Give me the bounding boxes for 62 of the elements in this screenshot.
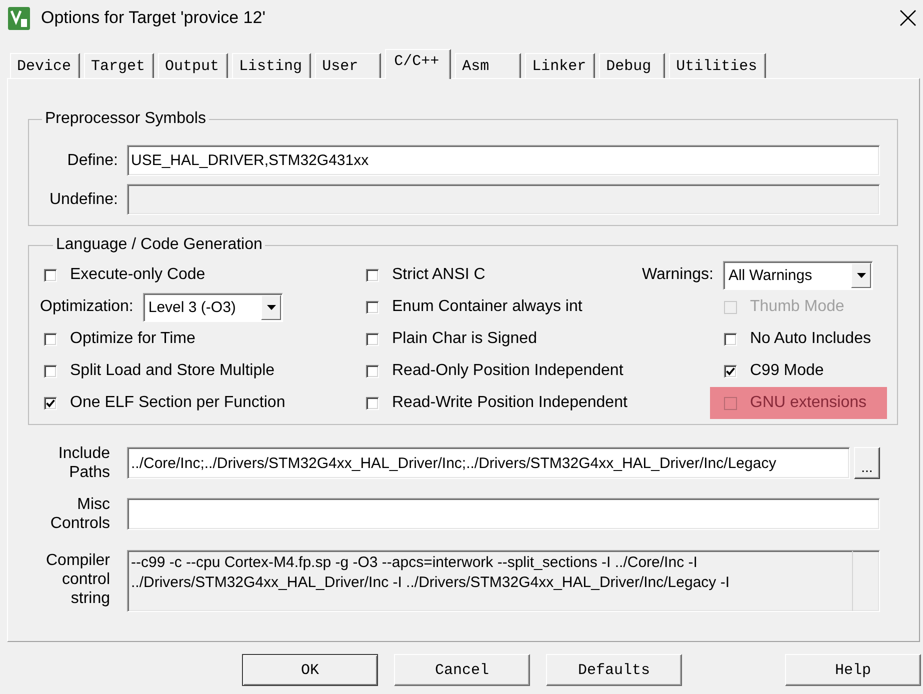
- group-title: Preprocessor Symbols: [44, 109, 207, 129]
- checkbox-square[interactable]: [44, 268, 57, 282]
- tab[interactable]: Asm: [455, 53, 522, 78]
- field-label: Define:: [66, 152, 118, 170]
- tab[interactable]: Utilities: [669, 53, 766, 78]
- dialog-button[interactable]: Defaults: [546, 654, 682, 686]
- dropdown-button[interactable]: [851, 262, 872, 288]
- caret-icon: [266, 304, 276, 310]
- tab[interactable]: Device: [10, 53, 80, 78]
- dialog-button[interactable]: Cancel: [394, 654, 530, 686]
- field-label: Undefine:: [48, 190, 118, 208]
- dropdown[interactable]: All Warnings: [723, 260, 874, 290]
- tab[interactable]: Output: [158, 53, 228, 78]
- text-field[interactable]: USE_HAL_DRIVER,STM32G431xx: [127, 145, 880, 176]
- close-button[interactable]: [900, 10, 916, 26]
- tab[interactable]: Listing: [232, 53, 312, 78]
- checkbox[interactable]: Optimize for Time: [44, 329, 196, 349]
- checkbox[interactable]: Execute-only Code: [44, 265, 206, 285]
- checkbox[interactable]: C99 Mode: [724, 361, 824, 381]
- checkbox[interactable]: One ELF Section per Function: [44, 393, 286, 413]
- tab[interactable]: User: [315, 53, 382, 78]
- dropdown[interactable]: Level 3 (-O3): [143, 292, 284, 322]
- dialog-button[interactable]: Help: [785, 654, 921, 686]
- dialog-button[interactable]: OK: [242, 654, 378, 686]
- tab[interactable]: Debug: [599, 53, 666, 78]
- field-label: Warnings:: [642, 266, 714, 284]
- checkbox[interactable]: Strict ANSI C: [366, 265, 486, 285]
- close-icon: [900, 10, 916, 26]
- checkbox-square[interactable]: [724, 396, 737, 410]
- checkbox[interactable]: Read-Write Position Independent: [366, 393, 628, 413]
- tab[interactable]: C/C++: [385, 49, 452, 79]
- window-title: Options for Target 'provice 12': [41, 8, 266, 28]
- checkbox[interactable]: Read-Only Position Independent: [366, 361, 624, 381]
- checkbox-square[interactable]: [44, 332, 57, 346]
- text-field[interactable]: [127, 498, 880, 530]
- group-title: Language / Code Generation: [55, 235, 264, 255]
- app-icon: [8, 6, 30, 30]
- check-icon: [726, 366, 735, 376]
- checkbox-square[interactable]: [366, 396, 379, 410]
- checkbox-square[interactable]: [724, 364, 737, 378]
- text-field[interactable]: ../Core/Inc;../Drivers/STM32G4xx_HAL_Driver/Inc;../Drivers/STM32G4xx_HAL_Driver/Inc/Legacy: [127, 447, 850, 479]
- tab[interactable]: Linker: [525, 53, 596, 78]
- checkbox[interactable]: No Auto Includes: [724, 329, 871, 349]
- checkbox-square[interactable]: [44, 364, 57, 378]
- checkbox[interactable]: Split Load and Store Multiple: [44, 361, 275, 381]
- checkbox-square[interactable]: [366, 300, 379, 314]
- caret-icon: [856, 272, 866, 278]
- checkbox-square[interactable]: [366, 364, 379, 378]
- field-label: Compiler control string: [44, 550, 110, 608]
- check-icon: [46, 398, 55, 408]
- checkbox-square[interactable]: [44, 396, 57, 410]
- checkbox[interactable]: Plain Char is Signed: [366, 329, 537, 349]
- field-label: Optimization:: [40, 298, 134, 316]
- checkbox[interactable]: Enum Container always int: [366, 297, 582, 317]
- tab[interactable]: Target: [84, 53, 154, 78]
- checkbox-square[interactable]: [724, 332, 737, 346]
- checkbox-square[interactable]: [366, 268, 379, 282]
- checkbox-square[interactable]: [366, 332, 379, 346]
- dropdown-button[interactable]: [261, 294, 282, 320]
- field-label: Misc Controls: [49, 495, 110, 533]
- browse-button[interactable]: ...: [854, 447, 880, 479]
- field-label: Include Paths: [57, 444, 110, 482]
